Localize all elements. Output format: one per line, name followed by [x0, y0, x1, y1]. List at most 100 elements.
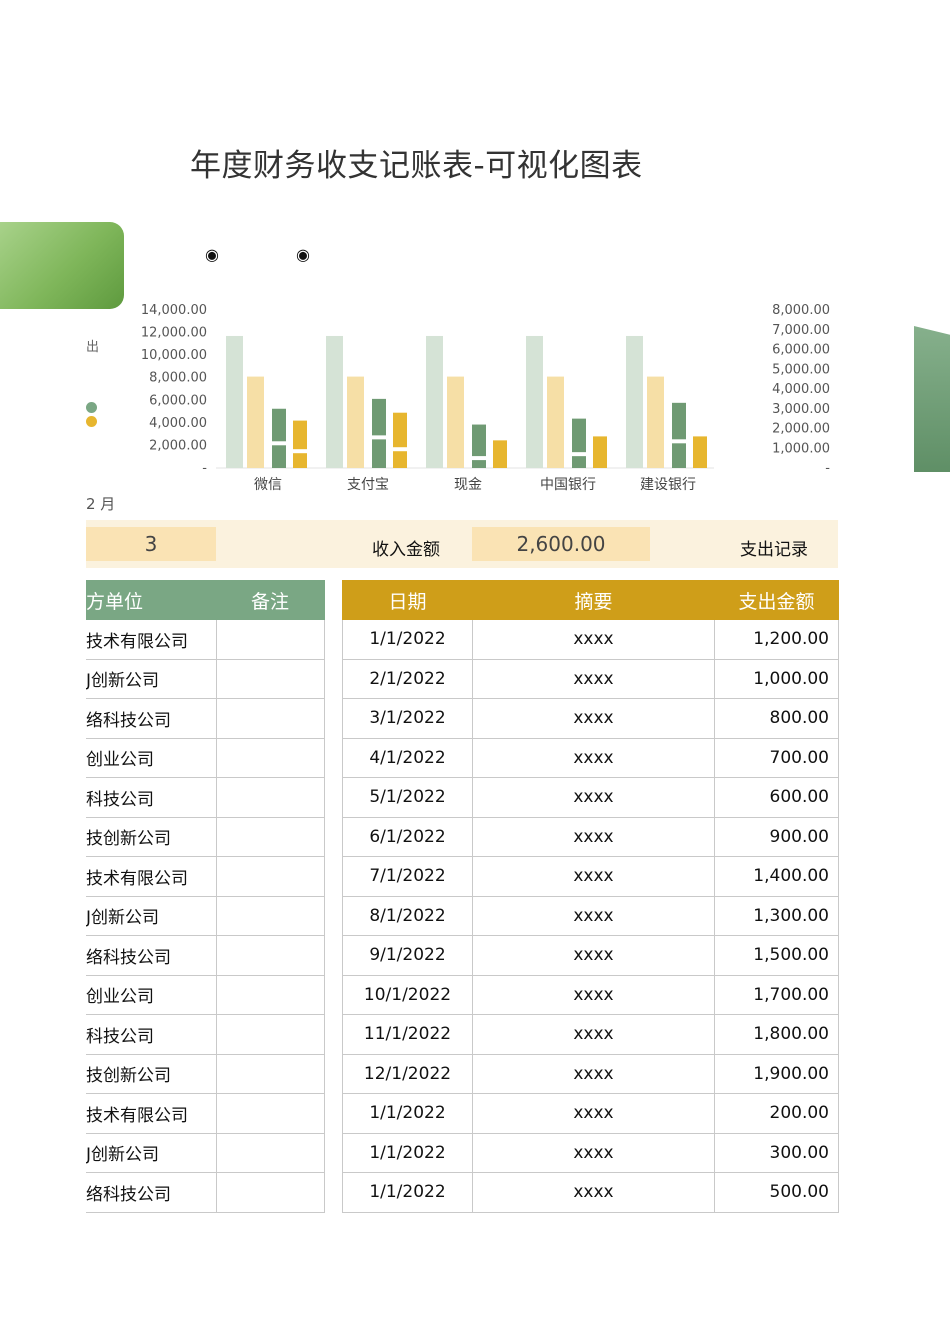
radio-option-1[interactable]: ◉	[205, 245, 219, 264]
table-row: 科技公司	[86, 777, 325, 818]
party-cell: 技术有限公司	[86, 1093, 217, 1134]
note-cell[interactable]	[215, 777, 325, 818]
bar-4	[293, 420, 307, 468]
table-row: 7/1/2022 xxxx 1,400.00	[342, 856, 839, 897]
bar-2	[247, 376, 264, 468]
party-cell: 络科技公司	[86, 1172, 217, 1213]
legend-dot-green	[86, 402, 97, 413]
table-row: 技术有限公司	[86, 1093, 325, 1134]
y-left-tick-label: -	[202, 461, 207, 476]
party-cell: 创业公司	[86, 737, 217, 778]
y-right-tick-label: 1,000.00	[772, 441, 830, 456]
note-cell[interactable]	[215, 974, 325, 1015]
table-row: 技术有限公司	[86, 619, 325, 660]
note-cell[interactable]	[215, 1093, 325, 1134]
y-left-tick-label: 14,000.00	[141, 303, 207, 318]
bar-gap	[393, 447, 407, 452]
note-cell[interactable]	[215, 698, 325, 739]
note-cell[interactable]	[215, 935, 325, 976]
bar-3	[572, 418, 586, 468]
note-cell[interactable]	[215, 658, 325, 699]
bar-2	[347, 376, 364, 468]
table-row: 1/1/2022 xxxx 200.00	[342, 1093, 839, 1134]
summary-cell: xxxx	[472, 895, 715, 936]
bar-gap	[293, 449, 307, 454]
bar-1	[426, 335, 443, 468]
x-category-label: 中国银行	[540, 477, 596, 493]
bar-chart: - 2,000.00 4,000.00 6,000.00 8,000.00 10,000.…	[141, 303, 830, 493]
bar-2	[447, 376, 464, 468]
header-date: 日期	[342, 580, 473, 620]
date-cell: 4/1/2022	[342, 737, 473, 778]
summary-cell: xxxx	[472, 1093, 715, 1134]
decorative-green-tab	[0, 222, 124, 309]
header-note: 备注	[215, 580, 325, 620]
date-cell: 6/1/2022	[342, 816, 473, 857]
summary-cell: xxxx	[472, 816, 715, 857]
bar-3	[472, 424, 486, 468]
bar-gap	[672, 439, 686, 444]
bar-4	[393, 412, 407, 468]
party-cell: 络科技公司	[86, 935, 217, 976]
table-row: 1/1/2022 xxxx 1,200.00	[342, 619, 839, 660]
page-title: 年度财务收支记账表-可视化图表	[190, 148, 643, 184]
date-cell: 5/1/2022	[342, 777, 473, 818]
y-right-tick-label: 3,000.00	[772, 402, 830, 417]
y-left-tick-label: 12,000.00	[141, 326, 207, 341]
party-cell: 技术有限公司	[86, 619, 217, 660]
date-cell: 12/1/2022	[342, 1053, 473, 1094]
note-cell[interactable]	[215, 1172, 325, 1213]
note-cell[interactable]	[215, 816, 325, 857]
income-value: 2,600.00	[472, 527, 650, 561]
note-cell[interactable]	[215, 737, 325, 778]
header-summary: 摘要	[472, 580, 715, 620]
bar-3	[672, 402, 686, 468]
date-cell: 2/1/2022	[342, 658, 473, 699]
summary-cell: xxxx	[472, 935, 715, 976]
bar-4	[593, 436, 607, 468]
amount-cell: 200.00	[714, 1093, 839, 1134]
summary-cell: xxxx	[472, 737, 715, 778]
expense-table: 日期 摘要 支出金额 1/1/2022 xxxx 1,200.00 2/1/2022 x…	[342, 580, 839, 1213]
date-cell: 3/1/2022	[342, 698, 473, 739]
summary-cell: xxxx	[472, 1014, 715, 1055]
x-category-label: 支付宝	[347, 477, 389, 493]
amount-cell: 600.00	[714, 777, 839, 818]
amount-cell: 1,400.00	[714, 856, 839, 897]
table-row: 技术有限公司	[86, 856, 325, 897]
table-row: 科技公司	[86, 1014, 325, 1055]
table-row: 络科技公司	[86, 1172, 325, 1213]
table-row: 9/1/2022 xxxx 1,500.00	[342, 935, 839, 976]
table-row: 1/1/2022 xxxx 300.00	[342, 1132, 839, 1173]
radio-option-2[interactable]: ◉	[296, 245, 310, 264]
note-cell[interactable]	[215, 1014, 325, 1055]
bar-gap	[272, 441, 286, 446]
table-row: 11/1/2022 xxxx 1,800.00	[342, 1014, 839, 1055]
note-cell[interactable]	[215, 895, 325, 936]
y-right-tick-label: 8,000.00	[772, 303, 830, 318]
note-cell[interactable]	[215, 1132, 325, 1173]
date-cell: 1/1/2022	[342, 1172, 473, 1213]
table-row: 3/1/2022 xxxx 800.00	[342, 698, 839, 739]
y-left-tick-label: 10,000.00	[141, 348, 207, 363]
table-row: 10/1/2022 xxxx 1,700.00	[342, 974, 839, 1015]
note-cell[interactable]	[215, 856, 325, 897]
party-cell: 科技公司	[86, 1014, 217, 1055]
note-cell[interactable]	[215, 1053, 325, 1094]
y-right-tick-label: 6,000.00	[772, 343, 830, 358]
y-left-tick-label: 2,000.00	[149, 438, 207, 453]
x-category-label: 建设银行	[640, 477, 696, 493]
summary-cell: xxxx	[472, 1172, 715, 1213]
decorative-green-strip	[914, 326, 950, 472]
note-cell[interactable]	[215, 619, 325, 660]
month-label: 2 月	[86, 495, 116, 513]
table-row: J创新公司	[86, 1132, 325, 1173]
date-cell: 1/1/2022	[342, 619, 473, 660]
party-cell: 科技公司	[86, 777, 217, 818]
amount-cell: 300.00	[714, 1132, 839, 1173]
bar-2	[547, 376, 564, 468]
party-cell: J创新公司	[86, 658, 217, 699]
bar-1	[326, 335, 343, 468]
header-party: 方单位	[86, 580, 217, 620]
header-expense-amount: 支出金额	[714, 580, 839, 620]
